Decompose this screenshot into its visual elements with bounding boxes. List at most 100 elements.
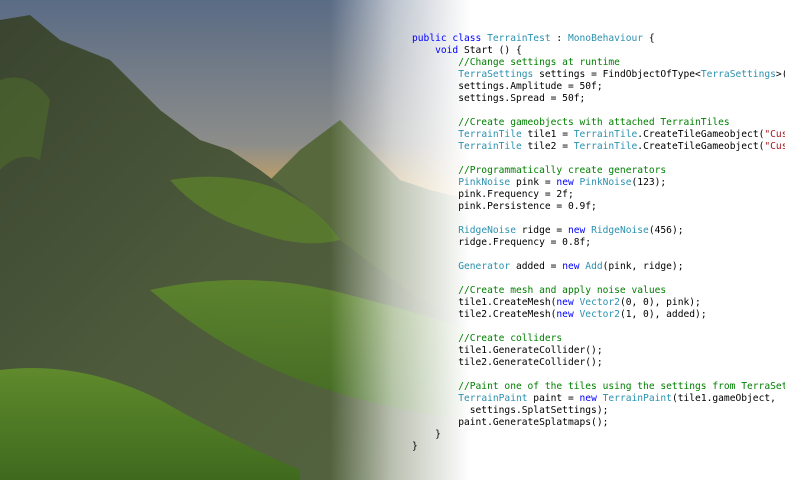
code-line: } xyxy=(412,429,785,441)
code-token: (tile1.gameObject, xyxy=(671,393,776,404)
code-line: //Change settings at runtime xyxy=(412,57,785,69)
code-line: //Programmatically create generators xyxy=(412,165,785,177)
code-token: new xyxy=(562,261,580,272)
code-line: RidgeNoise ridge = new RidgeNoise(456); xyxy=(412,225,785,237)
code-listing: public class TerrainTest : MonoBehaviour… xyxy=(412,33,785,473)
code-line: tile1.CreateMesh(new Vector2(0, 0), pink… xyxy=(412,297,785,309)
code-token: .CreateTileGameobject( xyxy=(637,141,765,152)
code-line: settings.SplatSettings); xyxy=(412,405,785,417)
code-token: void xyxy=(435,45,459,56)
code-token: added = xyxy=(510,261,563,272)
code-token: (pink, ridge); xyxy=(602,261,684,272)
code-token: settings = FindObjectOfType< xyxy=(533,69,701,80)
code-line: tile2.GenerateCollider(); xyxy=(412,357,785,369)
code-token: public class xyxy=(412,33,488,44)
code-token: } xyxy=(412,429,441,440)
code-token: tile2.CreateMesh( xyxy=(412,309,557,320)
code-token: TerraSettings xyxy=(458,69,534,80)
code-token: tile1.GenerateCollider(); xyxy=(412,345,603,356)
code-line: tile1.GenerateCollider(); xyxy=(412,345,785,357)
code-token: new xyxy=(567,225,586,236)
code-token: //Create colliders xyxy=(412,333,563,344)
code-line: TerrainPaint paint = new TerrainPaint(ti… xyxy=(412,393,785,405)
code-line: paint.GenerateSplatmaps(); xyxy=(412,417,785,429)
code-line: //Paint one of the tiles using the setti… xyxy=(412,381,785,393)
code-token: tile2.GenerateCollider(); xyxy=(412,357,603,368)
code-line: } xyxy=(412,441,785,453)
code-token: new xyxy=(556,309,574,320)
code-line: settings.Amplitude = 50f; xyxy=(412,81,785,93)
code-token: tile1.CreateMesh( xyxy=(412,297,557,308)
code-token: (0, 0), pink); xyxy=(619,297,701,308)
code-token: paint.GenerateSplatmaps(); xyxy=(412,417,609,428)
code-token: } xyxy=(412,441,418,452)
code-token: TerrainTile xyxy=(573,141,638,152)
code-line: //Create mesh and apply noise values xyxy=(412,285,785,297)
code-token: //Create gameobjects with attached Terra… xyxy=(412,117,730,128)
code-token: //Programmatically create generators xyxy=(412,165,667,176)
code-line: //Create gameobjects with attached Terra… xyxy=(412,117,785,129)
code-token: tile1 = xyxy=(521,129,574,140)
code-token: ridge = xyxy=(515,225,568,236)
code-token: settings.SplatSettings); xyxy=(412,405,609,416)
code-token: MonoBehaviour xyxy=(567,33,644,44)
code-token: TerrainPaint xyxy=(458,393,528,404)
code-token: Vector2 xyxy=(579,297,620,308)
code-line: //Create colliders xyxy=(412,333,785,345)
code-line: void Start () { xyxy=(412,45,785,57)
code-token: "Custom Ti xyxy=(764,141,785,152)
code-line: public class TerrainTest : MonoBehaviour… xyxy=(412,33,785,45)
code-token: TerrainTile xyxy=(458,129,522,140)
code-token: TerrainTile xyxy=(573,129,638,140)
code-token: Generator xyxy=(458,261,511,272)
code-token: >(); xyxy=(775,69,785,80)
code-line: Generator added = new Add(pink, ridge); xyxy=(412,261,785,273)
code-token: (456); xyxy=(648,225,684,236)
code-token: RidgeNoise xyxy=(458,225,516,236)
code-token: new xyxy=(556,177,574,188)
code-token: Add xyxy=(585,261,603,272)
code-line: TerraSettings settings = FindObjectOfTyp… xyxy=(412,69,785,81)
code-token: pink.Frequency = 2f; xyxy=(412,189,574,200)
code-token: Start () { xyxy=(458,45,522,56)
code-token: "Custom Ti xyxy=(764,129,785,140)
code-line: pink.Persistence = 0.9f; xyxy=(412,201,785,213)
code-token: (123); xyxy=(631,177,667,188)
code-token: (1, 0), added); xyxy=(619,309,707,320)
code-token: : xyxy=(550,33,568,44)
code-token: tile2 = xyxy=(521,141,574,152)
code-token: TerraSettings xyxy=(700,69,776,80)
code-token: PinkNoise xyxy=(579,177,632,188)
code-line: settings.Spread = 50f; xyxy=(412,93,785,105)
code-token: new xyxy=(579,393,597,404)
code-token: TerrainTest xyxy=(487,33,551,44)
code-line: TerrainTile tile2 = TerrainTile.CreateTi… xyxy=(412,141,785,153)
code-token: TerrainTile xyxy=(458,141,522,152)
code-token: .CreateTileGameobject( xyxy=(637,129,765,140)
code-line: ridge.Frequency = 0.8f; xyxy=(412,237,785,249)
code-token: PinkNoise xyxy=(458,177,511,188)
code-token: //Paint one of the tiles using the setti… xyxy=(412,381,785,392)
code-line: TerrainTile tile1 = TerrainTile.CreateTi… xyxy=(412,129,785,141)
code-token: new xyxy=(556,297,574,308)
code-token: Vector2 xyxy=(579,309,620,320)
code-token: paint = xyxy=(527,393,580,404)
code-token: RidgeNoise xyxy=(591,225,649,236)
code-line: PinkNoise pink = new PinkNoise(123); xyxy=(412,177,785,189)
code-token: ridge.Frequency = 0.8f; xyxy=(412,237,592,248)
code-token: pink.Persistence = 0.9f; xyxy=(412,201,597,212)
code-token: //Change settings at runtime xyxy=(412,57,620,68)
code-token: { xyxy=(643,33,655,44)
